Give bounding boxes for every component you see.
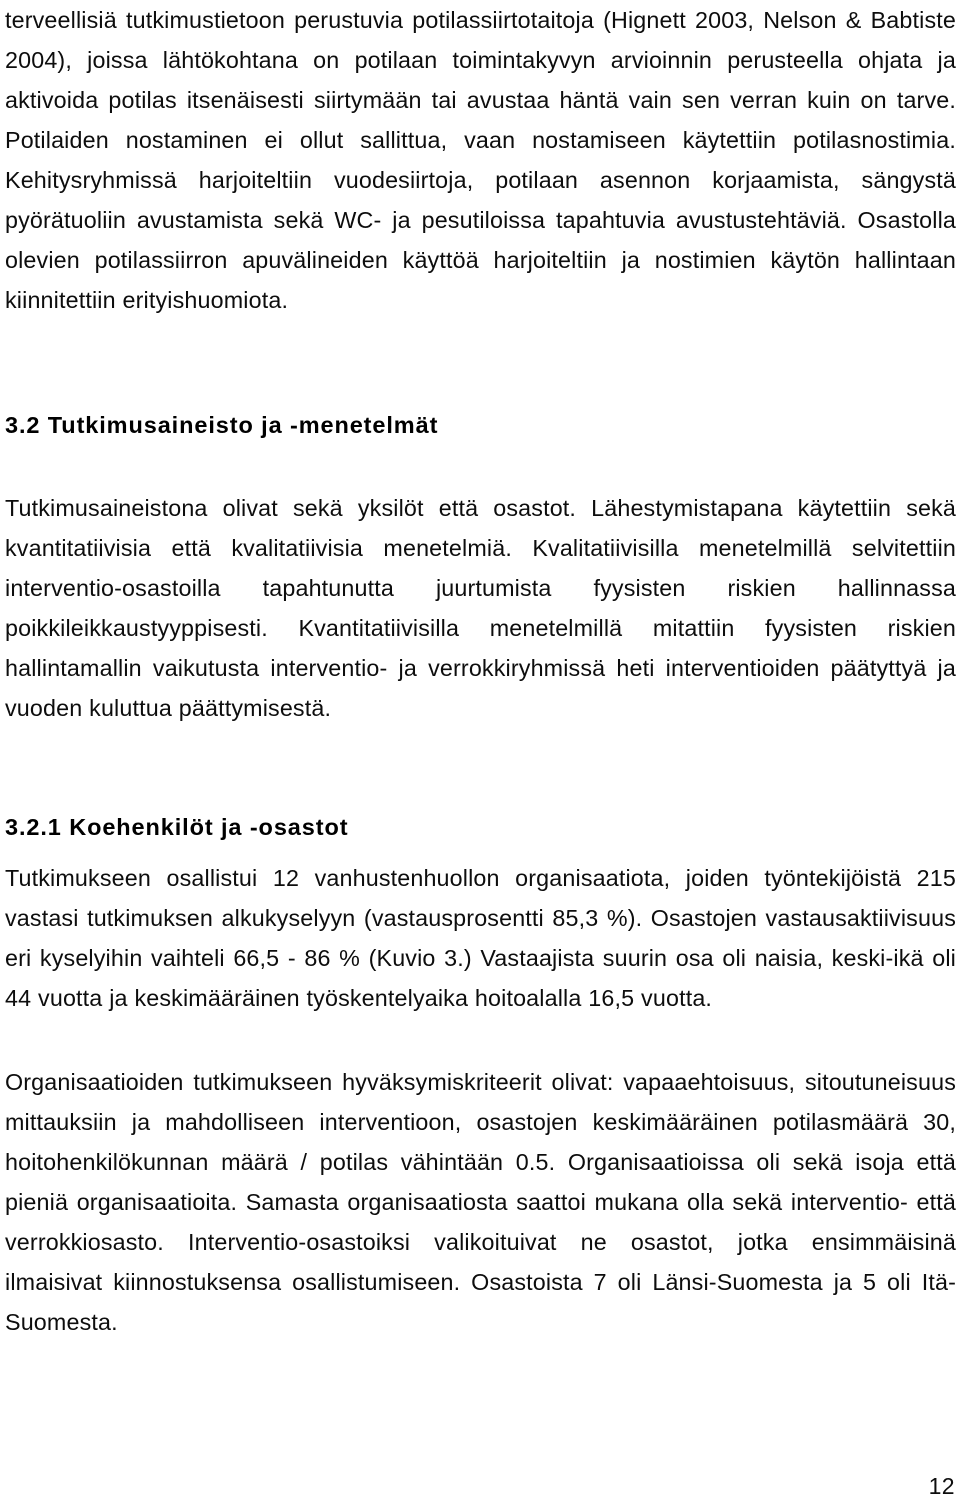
paragraph-organisation-criteria: Organisaatioiden tutkimukseen hyväksymis… <box>5 1069 956 1335</box>
paragraph-continued-from-previous-page: terveellisiä tutkimustietoon perustuvia … <box>5 7 956 313</box>
paragraph-research-material-and-methods: Tutkimusaineistona olivat sekä yksilöt e… <box>5 495 956 721</box>
vertical-spacer <box>5 728 956 810</box>
vertical-spacer <box>5 320 956 408</box>
vertical-spacer <box>5 1018 956 1062</box>
vertical-spacer <box>5 442 956 488</box>
text-column: terveellisiä tutkimustietoon perustuvia … <box>5 0 956 1342</box>
document-page: terveellisiä tutkimustietoon perustuvia … <box>0 0 960 1505</box>
heading-3-2: 3.2 Tutkimusaineisto ja -menetelmät <box>5 412 439 438</box>
heading-3-2-1: 3.2.1 Koehenkilöt ja -osastot <box>5 814 349 840</box>
page-number: 12 <box>928 1473 955 1499</box>
paragraph-subjects-and-wards: Tutkimukseen osallistui 12 vanhustenhuol… <box>5 865 956 1011</box>
vertical-spacer <box>5 844 956 858</box>
